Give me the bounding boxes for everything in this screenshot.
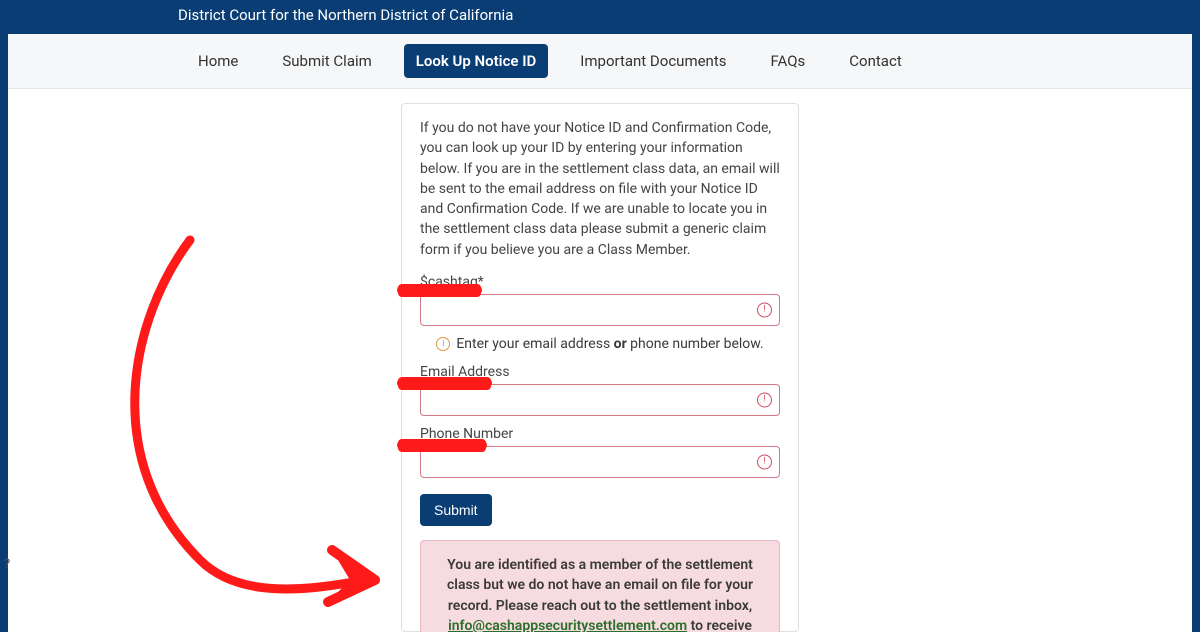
nav-bar: Home Submit Claim Look Up Notice ID Impo…: [8, 34, 1192, 89]
info-icon: i: [436, 337, 450, 351]
alert-text-1: You are identified as a member of the se…: [447, 557, 753, 614]
error-icon: !: [757, 393, 772, 408]
nav-look-up-notice-id[interactable]: Look Up Notice ID: [404, 44, 549, 78]
intro-paragraph: If you do not have your Notice ID and Co…: [420, 118, 780, 260]
header-banner: District Court for the Northern District…: [8, 0, 1192, 34]
submit-button[interactable]: Submit: [420, 494, 492, 526]
nav-submit-claim[interactable]: Submit Claim: [270, 44, 383, 78]
phone-label: Phone Number: [420, 426, 780, 442]
phone-input[interactable]: [420, 446, 780, 478]
cashtag-label: $cashtag*: [420, 274, 780, 290]
hint-text-prefix: Enter your email address: [456, 336, 613, 352]
error-icon: !: [757, 455, 772, 470]
contact-hint: i Enter your email address or phone numb…: [420, 336, 780, 352]
nav-important-documents[interactable]: Important Documents: [568, 44, 738, 78]
cashtag-input[interactable]: [420, 294, 780, 326]
settlement-email-link[interactable]: info@cashappsecuritysettlement.com: [448, 618, 687, 632]
nav-home[interactable]: Home: [186, 44, 250, 78]
lookup-card: If you do not have your Notice ID and Co…: [401, 103, 799, 632]
court-name: District Court for the Northern District…: [178, 6, 513, 24]
email-input[interactable]: [420, 384, 780, 416]
result-alert: You are identified as a member of the se…: [420, 540, 780, 632]
hint-text-suffix: phone number below.: [627, 336, 764, 352]
nav-faqs[interactable]: FAQs: [758, 44, 817, 78]
stray-question-mark: ?: [4, 557, 10, 572]
hint-text-or: or: [614, 336, 627, 352]
email-label: Email Address: [420, 364, 780, 380]
nav-contact[interactable]: Contact: [837, 44, 913, 78]
error-icon: !: [757, 303, 772, 318]
